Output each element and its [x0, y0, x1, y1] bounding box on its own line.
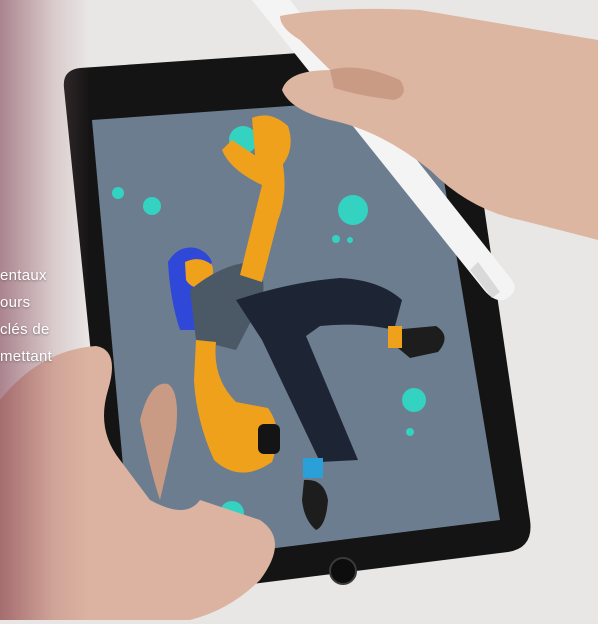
photo-scene — [0, 0, 598, 620]
background-text-line: entaux — [0, 267, 47, 284]
background-text-line: clés de — [0, 321, 50, 338]
background-text-line: ours — [0, 294, 31, 311]
home-button-icon[interactable] — [329, 557, 357, 585]
background-text-line: mettant — [0, 348, 53, 365]
background-text-block: entaux ours clés de mettant — [0, 262, 80, 370]
